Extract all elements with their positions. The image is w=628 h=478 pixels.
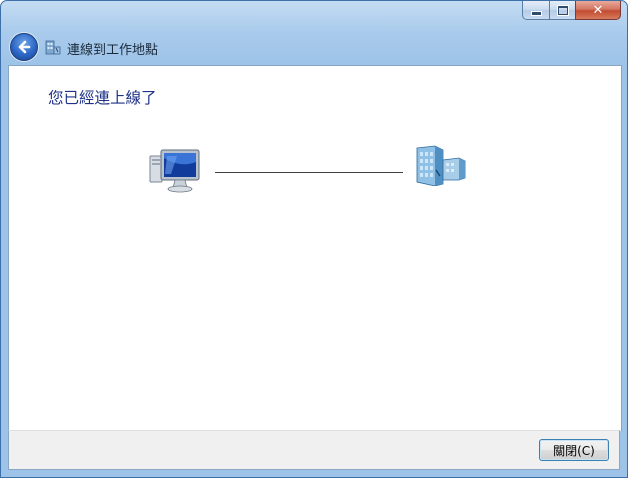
back-button[interactable]	[10, 33, 38, 61]
back-arrow-icon	[18, 40, 31, 54]
maximize-button[interactable]	[549, 1, 575, 20]
maximize-icon	[556, 4, 569, 16]
close-button[interactable]: 關閉(C)	[539, 439, 609, 461]
page-heading: 您已經連上線了	[48, 89, 157, 107]
computer-icon	[149, 149, 200, 193]
minimize-button[interactable]	[522, 1, 549, 20]
footer-bar: 關閉(C)	[8, 430, 620, 470]
workplace-connection-icon	[45, 40, 61, 55]
office-building-icon	[416, 145, 466, 186]
wizard-window: ✕ 連線到工作地點 您已經連上線了 關閉(C)	[0, 0, 628, 478]
window-close-button[interactable]: ✕	[575, 1, 621, 20]
close-icon: ✕	[592, 2, 604, 18]
minimize-icon	[530, 10, 542, 16]
caption-buttons: ✕	[522, 1, 621, 21]
connection-line	[215, 172, 403, 173]
navigation-bar: 連線到工作地點	[1, 29, 627, 65]
content-pane: 您已經連上線了	[8, 65, 622, 431]
breadcrumb-title: 連線到工作地點	[67, 43, 159, 58]
